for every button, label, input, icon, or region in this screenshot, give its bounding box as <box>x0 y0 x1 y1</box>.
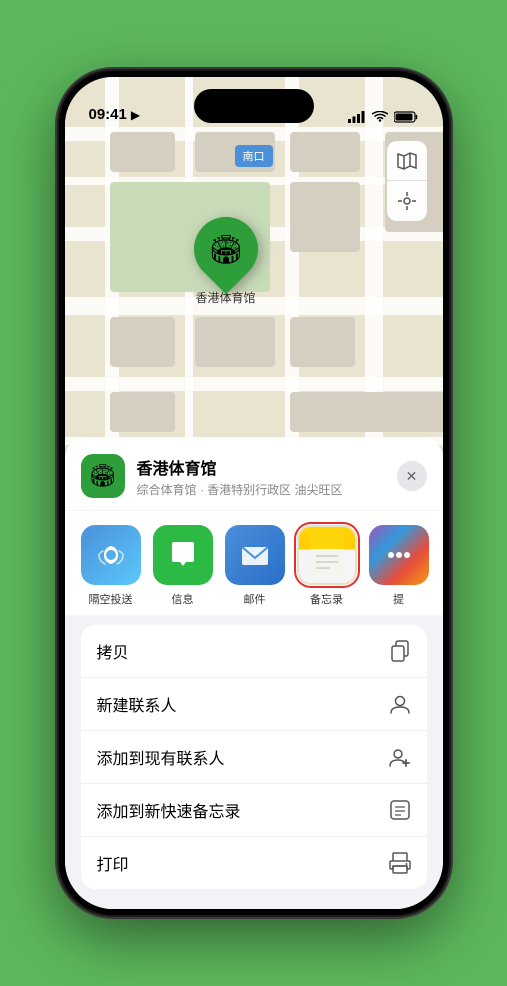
more-label: 提 <box>393 591 404 607</box>
action-add-existing-label: 添加到现有联系人 <box>97 745 225 769</box>
action-copy[interactable]: 拷贝 <box>81 625 427 678</box>
close-button[interactable]: ✕ <box>397 461 427 491</box>
share-row: 隔空投送 信息 邮件 <box>65 511 443 615</box>
signal-icon <box>348 111 366 123</box>
map-pin: 🏟 <box>180 204 271 295</box>
new-contact-icon <box>389 693 411 715</box>
venue-name: 香港体育馆 <box>137 455 385 479</box>
share-more[interactable]: 提 <box>369 525 429 607</box>
location-button[interactable] <box>387 181 427 221</box>
share-airdrop[interactable]: 隔空投送 <box>81 525 141 607</box>
battery-icon <box>394 111 419 123</box>
notes-icon <box>297 525 357 585</box>
action-print[interactable]: 打印 <box>81 837 427 889</box>
action-new-contact[interactable]: 新建联系人 <box>81 678 427 731</box>
phone-screen: 09:41 ▶ <box>65 77 443 909</box>
print-icon <box>389 852 411 874</box>
venue-desc: 综合体育馆 · 香港特别行政区 油尖旺区 <box>137 481 385 498</box>
status-time: 09:41 <box>89 106 127 123</box>
sheet-header: 🏟 香港体育馆 综合体育馆 · 香港特别行政区 油尖旺区 ✕ <box>65 438 443 510</box>
action-quick-note-label: 添加到新快速备忘录 <box>97 798 241 822</box>
quick-note-icon <box>389 799 411 821</box>
mail-icon <box>225 525 285 585</box>
venue-icon: 🏟 <box>81 454 125 498</box>
action-print-label: 打印 <box>97 851 129 875</box>
venue-info: 香港体育馆 综合体育馆 · 香港特别行政区 油尖旺区 <box>137 455 385 498</box>
map-type-button[interactable] <box>387 141 427 181</box>
action-copy-label: 拷贝 <box>97 639 129 663</box>
wifi-icon <box>372 111 388 123</box>
phone-frame: 09:41 ▶ <box>59 71 449 915</box>
share-messages[interactable]: 信息 <box>153 525 213 607</box>
bottom-sheet: 🏟 香港体育馆 综合体育馆 · 香港特别行政区 油尖旺区 ✕ 隔空投送 <box>65 438 443 909</box>
map-controls <box>387 141 427 221</box>
mail-label: 邮件 <box>244 591 266 607</box>
messages-label: 信息 <box>172 591 194 607</box>
airdrop-icon <box>81 525 141 585</box>
airdrop-label: 隔空投送 <box>89 591 133 607</box>
action-quick-note[interactable]: 添加到新快速备忘录 <box>81 784 427 837</box>
location-label: 南口 <box>235 145 273 167</box>
more-icon <box>369 525 429 585</box>
share-notes[interactable]: 备忘录 <box>297 525 357 607</box>
map-pin-container: 🏟 香港体育馆 <box>194 217 258 306</box>
status-icons <box>348 111 419 123</box>
action-list: 拷贝 新建联系人 添加到现有联系人 <box>81 625 427 889</box>
location-arrow-icon: ▶ <box>131 108 140 122</box>
add-contact-icon <box>389 746 411 768</box>
action-new-contact-label: 新建联系人 <box>97 692 177 716</box>
messages-icon <box>153 525 213 585</box>
notes-label: 备忘录 <box>310 591 343 607</box>
copy-icon <box>389 640 411 662</box>
share-mail[interactable]: 邮件 <box>225 525 285 607</box>
action-add-existing-contact[interactable]: 添加到现有联系人 <box>81 731 427 784</box>
dynamic-island <box>194 89 314 123</box>
map-pin-icon: 🏟 <box>208 233 244 266</box>
